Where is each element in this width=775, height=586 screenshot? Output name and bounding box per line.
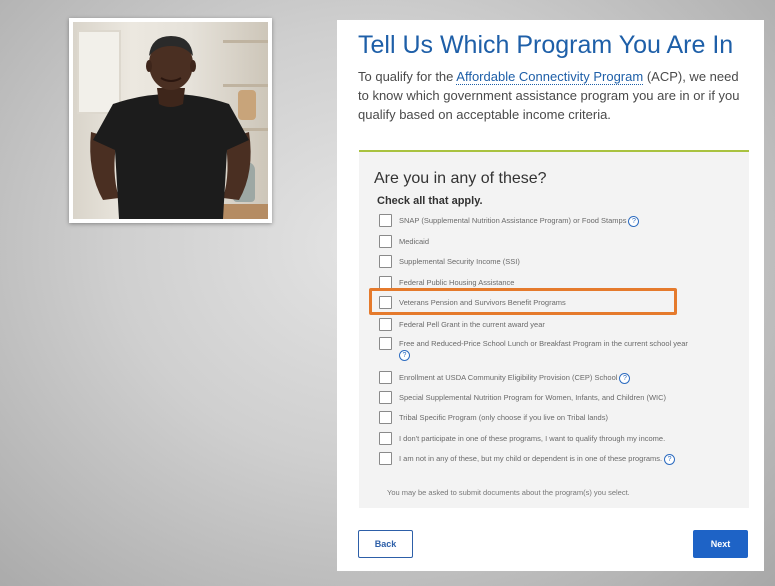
checkbox-icon[interactable] — [379, 255, 392, 268]
info-icon[interactable]: ? — [664, 453, 676, 465]
next-button[interactable]: Next — [693, 530, 748, 558]
checkbox-icon[interactable] — [379, 318, 392, 331]
checkbox-icon[interactable] — [379, 411, 392, 424]
person-illustration — [90, 36, 251, 219]
back-button[interactable]: Back — [358, 530, 413, 558]
person-photo-frame — [69, 18, 272, 223]
highlight-box — [369, 288, 677, 315]
info-icon[interactable]: ? — [628, 215, 640, 227]
info-icon[interactable]: ? — [619, 372, 631, 384]
panel-subheading: Check all that apply. — [377, 195, 483, 207]
page-title: Tell Us Which Program You Are In — [358, 31, 734, 59]
checkbox-icon[interactable] — [379, 371, 392, 384]
checkbox-icon[interactable] — [379, 452, 392, 465]
checkbox-icon[interactable] — [379, 214, 392, 227]
info-icon[interactable]: ? — [399, 349, 410, 361]
checkbox-icon[interactable] — [379, 235, 392, 248]
program-options-panel: Are you in any of these? Check all that … — [359, 150, 749, 508]
acp-link[interactable]: Affordable Connectivity Program — [456, 69, 644, 85]
intro-text: To qualify for the Affordable Connectivi… — [358, 69, 740, 122]
person-photo — [73, 22, 268, 219]
documents-note: You may be asked to submit documents abo… — [387, 488, 630, 497]
checkbox-icon[interactable] — [379, 391, 392, 404]
checkbox-icon[interactable] — [379, 432, 392, 445]
checkbox-icon[interactable] — [379, 337, 392, 350]
panel-heading: Are you in any of these? — [374, 170, 547, 187]
